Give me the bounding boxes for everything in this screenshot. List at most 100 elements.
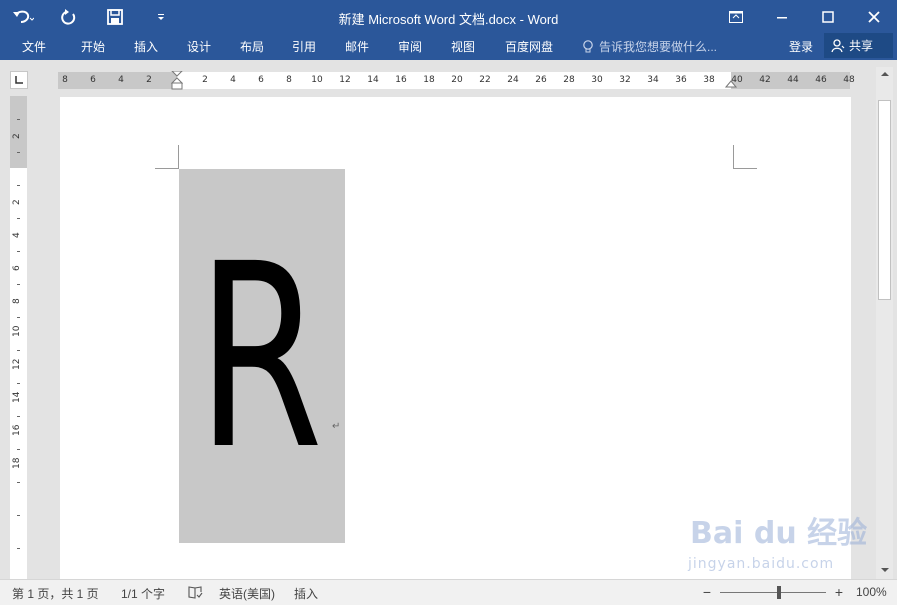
ruler-tick	[17, 217, 20, 219]
proofing-book-icon	[188, 586, 203, 599]
ruler-number: 16	[395, 75, 407, 85]
crop-mark	[178, 145, 179, 169]
quick-access-toolbar	[8, 4, 192, 30]
chevron-down-icon	[158, 14, 164, 20]
ruler-number: 6	[90, 75, 96, 85]
scrollbar-thumb[interactable]	[878, 100, 891, 300]
ruler-number: 38	[703, 75, 715, 85]
ruler-number: 2	[12, 199, 22, 205]
zoom-out-button[interactable]: −	[700, 585, 714, 599]
ruler-number: 20	[451, 75, 463, 85]
ruler-number: 12	[339, 75, 351, 85]
tab-insert[interactable]: 插入	[134, 38, 158, 55]
save-icon	[107, 9, 123, 25]
ruler-number: 6	[12, 265, 22, 271]
ruler-number: 44	[787, 75, 799, 85]
word-window: 新建 Microsoft Word 文档.docx - Word 文件 开始 插…	[0, 0, 897, 605]
zoom-in-button[interactable]: +	[832, 585, 846, 599]
vertical-scrollbar[interactable]	[876, 67, 893, 579]
tab-file[interactable]: 文件	[22, 38, 46, 55]
window-controls	[713, 0, 897, 34]
crop-mark	[155, 168, 179, 169]
ruler-number: 24	[507, 75, 519, 85]
text-box[interactable]: R	[179, 169, 345, 543]
ruler-number: 8	[286, 75, 292, 85]
share-label: 共享	[849, 39, 874, 53]
document-area: 8 6 4 2 2 4 6 8 10 12 14 16 18 20 22 24 26 28 30 32 34 36 38 40…	[0, 60, 897, 579]
ruler-number: 14	[12, 391, 22, 403]
ruler-number: 36	[675, 75, 687, 85]
maximize-button[interactable]	[805, 0, 851, 34]
ruler-number: 12	[12, 358, 22, 370]
ruler-tick	[17, 184, 20, 186]
language-indicator[interactable]: 英语(美国)	[219, 585, 275, 602]
ruler-number: 32	[619, 75, 631, 85]
scroll-up-button[interactable]	[876, 67, 893, 81]
minimize-icon	[777, 17, 787, 19]
zoom-slider[interactable]	[720, 585, 826, 599]
scroll-down-button[interactable]	[876, 563, 893, 577]
ruler-number: 2	[146, 75, 152, 85]
ribbon-display-options-button[interactable]	[713, 0, 759, 34]
ruler-number: 8	[12, 298, 22, 304]
crop-mark	[733, 145, 734, 169]
redo-button[interactable]	[54, 4, 84, 30]
status-bar: 第 1 页，共 1 页 1/1 个字 英语(美国) 插入 − + 100%	[0, 579, 897, 605]
tab-view[interactable]: 视图	[451, 38, 475, 55]
ruler-number: 4	[12, 232, 22, 238]
tab-layout[interactable]: 布局	[240, 38, 264, 55]
vertical-ruler[interactable]: 2 2 4 6 8 10 12 14 16 18	[10, 96, 27, 579]
save-button[interactable]	[100, 4, 130, 30]
ruler-tick	[17, 316, 20, 318]
tab-mailings[interactable]: 邮件	[345, 38, 369, 55]
ruler-number: 18	[12, 457, 22, 469]
input-mode[interactable]: 插入	[294, 585, 318, 602]
proofing-status[interactable]	[188, 585, 203, 602]
undo-icon	[13, 10, 34, 23]
ruler-number: 34	[647, 75, 659, 85]
zoom-level[interactable]: 100%	[856, 585, 887, 599]
watermark-brand: Bai du 经验	[690, 516, 868, 551]
tab-baidu-netdisk[interactable]: 百度网盘	[505, 38, 553, 55]
tell-me-label: 告诉我您想要做什么...	[599, 40, 718, 54]
horizontal-ruler[interactable]: 8 6 4 2 2 4 6 8 10 12 14 16 18 20 22 24 26 28 30 32 34 36 38 40…	[58, 71, 855, 90]
ruler-number: 14	[367, 75, 379, 85]
customize-toolbar-button[interactable]	[146, 4, 176, 30]
ruler-tick	[17, 415, 20, 417]
scroll-down-icon	[880, 568, 889, 572]
minimize-button[interactable]	[759, 0, 805, 34]
close-icon	[868, 11, 880, 23]
ribbon-tabs: 文件 开始 插入 设计 布局 引用 邮件 审阅 视图 百度网盘 告诉我您想要做什…	[0, 34, 897, 60]
ruler-number: 46	[815, 75, 827, 85]
ruler-tick	[17, 514, 20, 516]
page-count[interactable]: 第 1 页，共 1 页	[12, 585, 99, 602]
ribbon-display-icon	[729, 11, 743, 23]
share-button[interactable]: 共享	[824, 33, 893, 58]
ruler-number: 18	[423, 75, 435, 85]
ruler-number: 26	[535, 75, 547, 85]
ruler-number: 30	[591, 75, 603, 85]
ruler-tick	[17, 151, 20, 153]
document-page[interactable]: R ↵	[60, 97, 851, 579]
ruler-tick	[17, 250, 20, 252]
ruler-number: 16	[12, 424, 22, 436]
left-tab-icon	[15, 76, 23, 84]
ruler-number: 48	[843, 75, 855, 85]
title-bar: 新建 Microsoft Word 文档.docx - Word	[0, 0, 897, 34]
zoom-slider-thumb[interactable]	[777, 585, 781, 599]
tell-me-search[interactable]: 告诉我您想要做什么...	[582, 38, 717, 55]
zoom-control: − + 100%	[700, 585, 887, 599]
word-count[interactable]: 1/1 个字	[121, 585, 165, 602]
ruler-tick	[17, 547, 20, 549]
tab-stop-selector[interactable]	[10, 71, 28, 89]
close-button[interactable]	[851, 0, 897, 34]
ruler-number: 22	[479, 75, 491, 85]
tab-home[interactable]: 开始	[81, 38, 105, 55]
tab-design[interactable]: 设计	[187, 38, 211, 55]
indent-marker-icon[interactable]	[171, 71, 183, 90]
undo-button[interactable]	[8, 4, 38, 30]
ruler-number: 40	[731, 75, 743, 85]
sign-in-link[interactable]: 登录	[789, 38, 813, 55]
tab-references[interactable]: 引用	[292, 38, 316, 55]
tab-review[interactable]: 审阅	[398, 38, 422, 55]
